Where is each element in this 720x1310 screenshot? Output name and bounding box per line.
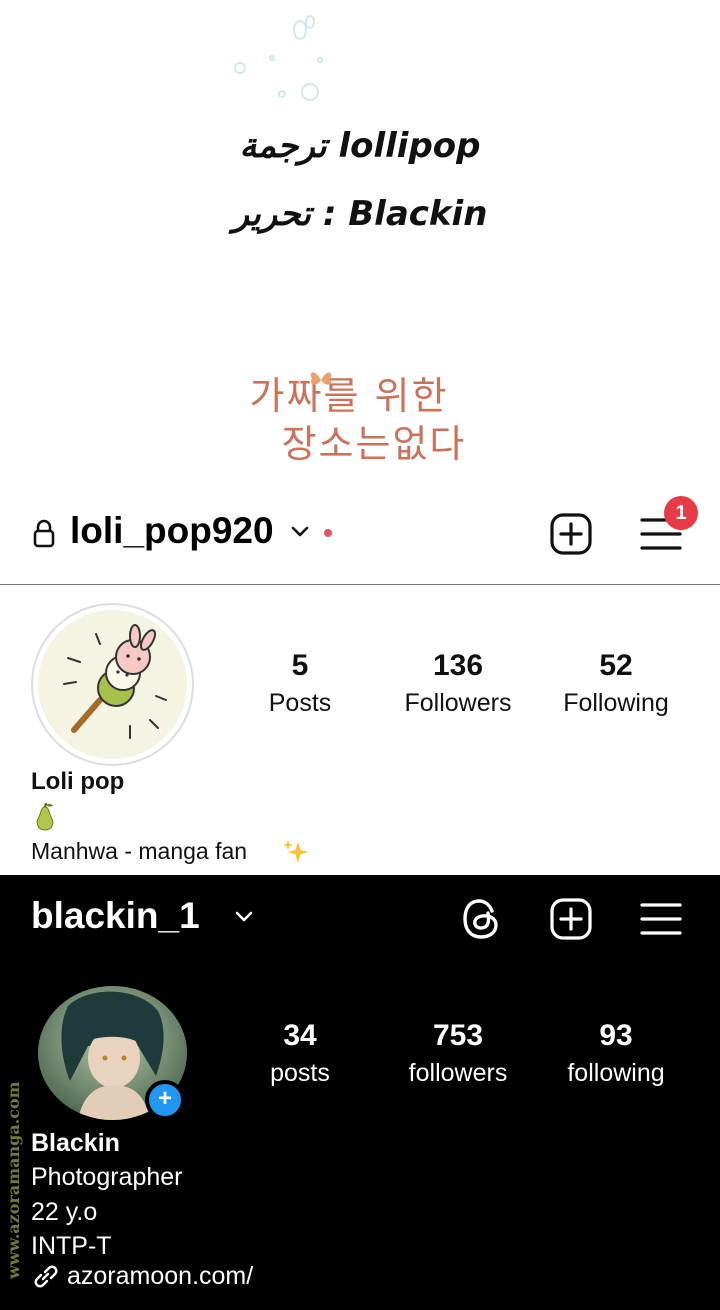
dark-profile-screen: blackin_1 + 34 posts 753 followers 93 fo…	[0, 875, 720, 1310]
series-title-line1: 가짜를 위한	[249, 374, 449, 418]
account-switcher[interactable]: blackin_1	[31, 895, 200, 937]
sparkles-icon	[283, 840, 308, 863]
following-label: Following	[563, 689, 669, 717]
pear-icon	[36, 803, 54, 831]
bio-line: Photographer	[31, 1163, 183, 1191]
series-title-art: 가짜를 위한 장소는없다	[214, 372, 484, 482]
posts-label: posts	[270, 1059, 330, 1087]
create-post-icon[interactable]	[549, 897, 593, 941]
notification-badge: 1	[664, 496, 698, 530]
series-title-line2: 장소는없다	[281, 422, 467, 466]
profile-name: Loli pop	[31, 768, 125, 795]
profile-name: Blackin	[31, 1129, 120, 1157]
dango-illustration	[63, 624, 167, 739]
chevron-down-icon[interactable]	[290, 524, 310, 538]
menu-icon[interactable]	[640, 901, 682, 937]
editor-credit: تحرير : Blackin	[232, 194, 488, 234]
followers-stat[interactable]: 136 Followers	[378, 648, 538, 720]
posts-label: Posts	[268, 689, 332, 717]
posts-count: 5	[291, 649, 309, 682]
following-stat[interactable]: 93 following	[536, 1018, 696, 1090]
top-bar: loli_pop920 1	[0, 490, 720, 585]
bio-line: INTP-T	[31, 1232, 112, 1260]
translator-credit: ترجمة lollipop	[239, 126, 481, 166]
profile-bio: Manhwa - manga fan	[31, 838, 248, 864]
followers-stat[interactable]: 753 followers	[378, 1018, 538, 1090]
following-count: 52	[599, 649, 633, 682]
bio-line: 22 y.o	[31, 1197, 98, 1226]
link-icon	[34, 1265, 58, 1288]
butterfly-icon	[310, 372, 332, 385]
credits-panel: ترجمة lollipop تحرير : Blackin 가짜를 위한 장소…	[0, 0, 720, 490]
following-count: 93	[599, 1019, 633, 1052]
followers-count: 753	[432, 1019, 484, 1052]
account-switcher[interactable]: loli_pop920	[70, 510, 274, 552]
profile-avatar[interactable]	[31, 603, 194, 766]
posts-count: 34	[283, 1019, 317, 1052]
followers-label: followers	[408, 1059, 508, 1087]
link-text[interactable]: azoramoon.com/	[67, 1262, 253, 1290]
light-profile-screen: loli_pop920 1 5 Posts 136 Followers 52 F…	[0, 490, 720, 875]
avatar-image	[38, 610, 187, 759]
profile-bio: Blackin Photographer 22 y.o INTP-T	[31, 1126, 183, 1264]
bubbles-decoration	[234, 15, 323, 101]
lock-icon	[33, 519, 55, 548]
create-post-icon[interactable]	[549, 512, 593, 556]
posts-stat[interactable]: 34 posts	[220, 1018, 380, 1090]
following-label: following	[567, 1059, 665, 1087]
profile-link[interactable]: azoramoon.com/	[31, 1262, 253, 1291]
followers-count: 136	[432, 649, 484, 682]
posts-stat[interactable]: 5 Posts	[220, 648, 380, 720]
followers-label: Followers	[404, 689, 512, 717]
threads-icon[interactable]	[461, 897, 501, 941]
following-stat[interactable]: 52 Following	[536, 648, 696, 720]
chevron-down-icon[interactable]	[234, 909, 254, 923]
watermark: www.azoramanga.com	[4, 1081, 23, 1279]
add-story-button[interactable]: +	[145, 1080, 185, 1120]
unread-dot	[324, 529, 332, 537]
